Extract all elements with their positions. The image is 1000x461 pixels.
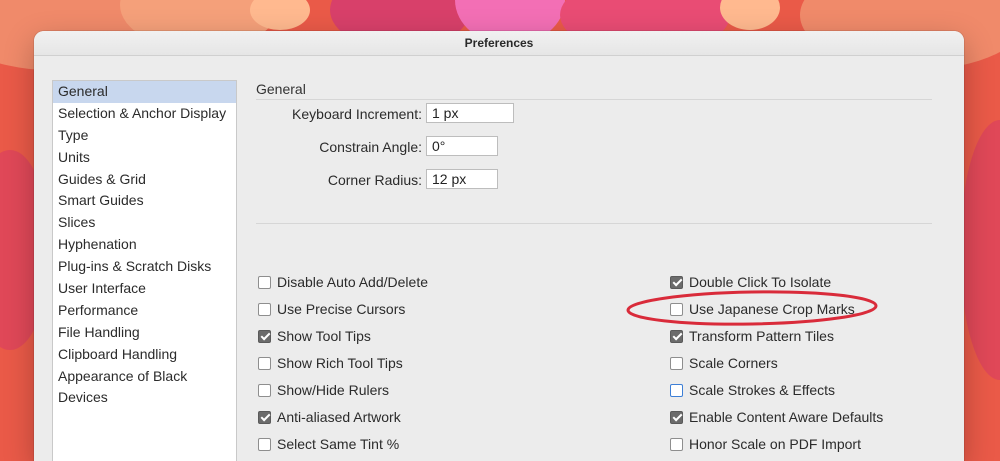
checkbox-label: Double Click To Isolate: [689, 274, 832, 290]
sidebar-item-plug-ins-scratch-disks[interactable]: Plug-ins & Scratch Disks: [53, 256, 236, 278]
field-label: Keyboard Increment:: [292, 106, 422, 122]
divider: [256, 99, 932, 100]
checkbox-label: Show Rich Tool Tips: [277, 355, 403, 371]
checkbox-label: Disable Auto Add/Delete: [277, 274, 428, 290]
option-row[interactable]: Scale Strokes & Effects: [670, 381, 835, 399]
checkbox-label: Scale Corners: [689, 355, 778, 371]
checkbox[interactable]: [670, 275, 683, 289]
section-title: General: [256, 81, 306, 97]
sidebar-item-file-handling[interactable]: File Handling: [53, 322, 236, 344]
checkbox[interactable]: [258, 302, 271, 316]
sidebar-item-performance[interactable]: Performance: [53, 300, 236, 322]
checkbox[interactable]: [670, 410, 683, 424]
sidebar-item-appearance-of-black[interactable]: Appearance of Black: [53, 366, 236, 388]
field-label: Corner Radius:: [327, 172, 422, 188]
field-row: Keyboard Increment:: [256, 103, 422, 125]
checkbox-label: Select Same Tint %: [277, 436, 400, 452]
sidebar-item-type[interactable]: Type: [53, 125, 236, 147]
category-list: General Selection & Anchor Display Type Uni…: [52, 80, 237, 461]
option-row[interactable]: Anti-aliased Artwork: [258, 408, 401, 426]
checkbox-label: Use Precise Cursors: [277, 301, 406, 317]
checkbox-label: Anti-aliased Artwork: [277, 409, 401, 425]
checkbox[interactable]: [670, 383, 683, 397]
wallpaper-shape: [720, 0, 780, 30]
field-label: Constrain Angle:: [319, 139, 422, 155]
checkbox[interactable]: [258, 383, 271, 397]
option-row[interactable]: Double Click To Isolate: [670, 273, 831, 291]
sidebar-item-devices[interactable]: Devices: [53, 387, 236, 409]
divider: [256, 223, 932, 224]
option-row[interactable]: Honor Scale on PDF Import: [670, 435, 861, 453]
checkbox[interactable]: [670, 329, 683, 343]
preferences-window: Preferences General Selection & Anchor Di…: [34, 31, 964, 461]
option-row[interactable]: Use Precise Cursors: [258, 300, 405, 318]
checkbox[interactable]: [258, 410, 271, 424]
checkbox[interactable]: [670, 302, 683, 316]
sidebar-item-guides-grid[interactable]: Guides & Grid: [53, 169, 236, 191]
option-row[interactable]: Transform Pattern Tiles: [670, 327, 834, 345]
option-row[interactable]: Disable Auto Add/Delete: [258, 273, 428, 291]
checkbox-label: Transform Pattern Tiles: [689, 328, 834, 344]
option-row[interactable]: Show Rich Tool Tips: [258, 354, 403, 372]
option-row[interactable]: Select Same Tint %: [258, 435, 399, 453]
general-panel: General Keyboard Increment: Constrain Ang…: [256, 80, 932, 452]
option-row[interactable]: Use Japanese Crop Marks: [670, 300, 855, 318]
wallpaper-shape: [960, 120, 1000, 380]
checkbox[interactable]: [258, 437, 271, 451]
window-title: Preferences: [34, 31, 964, 56]
checkbox[interactable]: [670, 437, 683, 451]
checkbox-label: Show Tool Tips: [277, 328, 371, 344]
sidebar-item-clipboard-handling[interactable]: Clipboard Handling: [53, 344, 236, 366]
checkbox[interactable]: [258, 356, 271, 370]
checkbox-label: Show/Hide Rulers: [277, 382, 390, 398]
option-row[interactable]: Show/Hide Rulers: [258, 381, 389, 399]
sidebar-item-user-interface[interactable]: User Interface: [53, 278, 236, 300]
checkbox[interactable]: [670, 356, 683, 370]
checkbox-label: Use Japanese Crop Marks: [689, 301, 855, 317]
option-row[interactable]: Enable Content Aware Defaults: [670, 408, 883, 426]
option-row[interactable]: Show Tool Tips: [258, 327, 371, 345]
sidebar-item-units[interactable]: Units: [53, 147, 236, 169]
checkbox[interactable]: [258, 329, 271, 343]
keyboard-increment-input[interactable]: [426, 103, 514, 123]
sidebar-item-slices[interactable]: Slices: [53, 212, 236, 234]
checkbox-label: Honor Scale on PDF Import: [689, 436, 861, 452]
constrain-angle-input[interactable]: [426, 136, 498, 156]
checkbox-label: Enable Content Aware Defaults: [689, 409, 884, 425]
field-row: Corner Radius:: [256, 169, 422, 191]
corner-radius-input[interactable]: [426, 169, 498, 189]
sidebar-item-smart-guides[interactable]: Smart Guides: [53, 190, 236, 212]
sidebar-item-selection-anchor-display[interactable]: Selection & Anchor Display: [53, 103, 236, 125]
sidebar-item-general[interactable]: General: [53, 81, 236, 103]
field-row: Constrain Angle:: [256, 136, 422, 158]
checkbox-label: Scale Strokes & Effects: [689, 382, 836, 398]
sidebar-item-hyphenation[interactable]: Hyphenation: [53, 234, 236, 256]
checkbox[interactable]: [258, 275, 271, 289]
option-row[interactable]: Scale Corners: [670, 354, 778, 372]
